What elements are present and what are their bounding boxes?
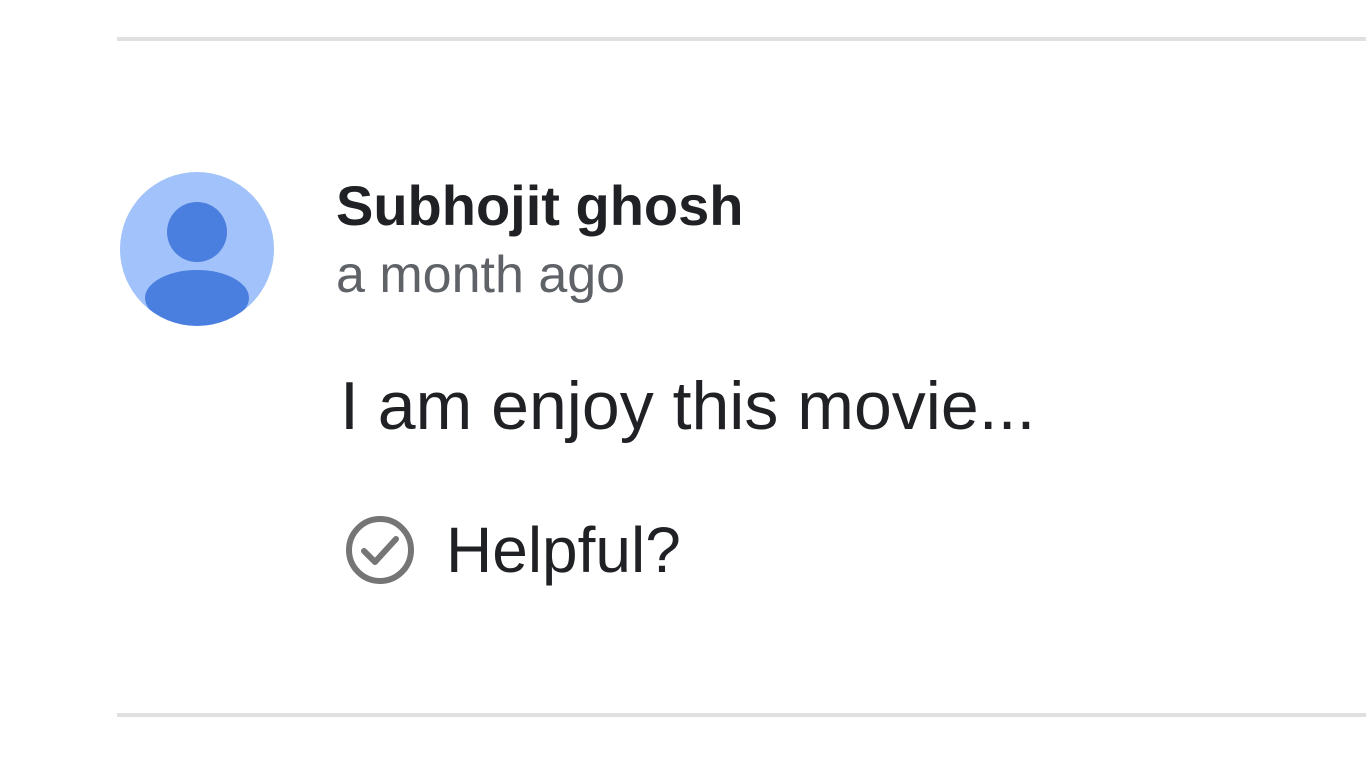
bottom-divider xyxy=(117,713,1366,717)
helpful-button[interactable]: Helpful? xyxy=(344,508,681,592)
avatar xyxy=(120,172,274,326)
top-divider xyxy=(117,37,1366,41)
review-text: I am enjoy this movie... xyxy=(340,368,1036,444)
default-person-icon xyxy=(145,202,249,326)
review-timestamp: a month ago xyxy=(336,246,626,304)
helpful-label: Helpful? xyxy=(446,513,681,586)
check-circle-icon[interactable] xyxy=(344,514,416,586)
author-name: Subhojit ghosh xyxy=(336,174,744,237)
